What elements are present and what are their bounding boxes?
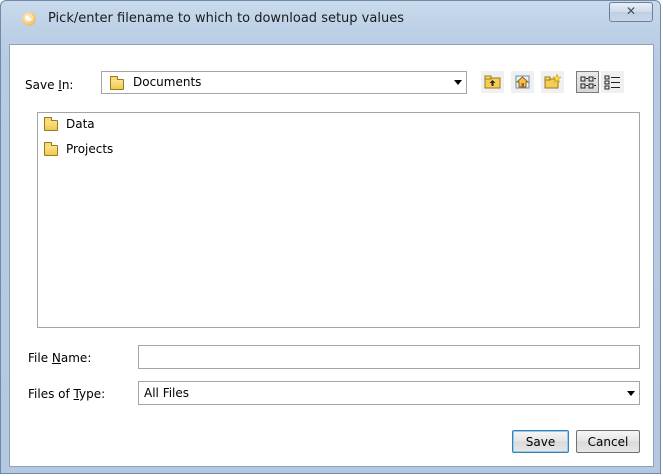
- title-bar[interactable]: ☯ Pick/enter filename to which to downlo…: [1, 1, 660, 37]
- folder-icon: [44, 117, 58, 131]
- save-in-value: Documents: [133, 75, 202, 89]
- list-view-button[interactable]: [576, 71, 599, 93]
- cancel-button[interactable]: Cancel: [576, 430, 640, 453]
- close-button[interactable]: ✕: [609, 2, 653, 22]
- file-name-label: File Name:: [28, 351, 92, 365]
- save-in-label: Save In:: [25, 78, 74, 92]
- files-of-type-value: All Files: [144, 386, 190, 400]
- file-list[interactable]: Data Projects: [37, 112, 640, 328]
- dialog-body: Save In: Documents Data Projects File Na…: [9, 44, 654, 467]
- up-folder-icon: [484, 75, 501, 89]
- files-of-type-label: Files of Type:: [28, 387, 106, 401]
- list-view-icon: [580, 76, 596, 89]
- home-button[interactable]: [511, 71, 534, 93]
- up-one-level-button[interactable]: [481, 71, 504, 93]
- save-button[interactable]: Save: [512, 430, 569, 453]
- details-view-button[interactable]: [601, 71, 624, 93]
- file-name-input[interactable]: [138, 345, 640, 369]
- details-view-icon: [604, 75, 620, 90]
- folder-icon: [110, 76, 124, 90]
- list-item-label: Projects: [66, 142, 114, 156]
- files-of-type-dropdown[interactable]: All Files: [138, 381, 640, 405]
- list-item-data[interactable]: Data: [42, 115, 242, 133]
- home-icon: [515, 75, 530, 89]
- new-folder-icon: [544, 74, 561, 89]
- folder-icon: [44, 142, 58, 156]
- window-title: Pick/enter filename to which to download…: [48, 11, 404, 26]
- close-icon: ✕: [625, 4, 637, 18]
- create-new-folder-button[interactable]: [541, 71, 564, 93]
- app-logo-icon: ☯: [22, 12, 36, 26]
- list-item-label: Data: [66, 117, 95, 131]
- list-item-projects[interactable]: Projects: [42, 140, 242, 158]
- chevron-down-icon: [627, 391, 635, 396]
- file-save-dialog: ☯ Pick/enter filename to which to downlo…: [0, 0, 661, 474]
- chevron-down-icon: [454, 80, 462, 85]
- save-in-dropdown[interactable]: Documents: [101, 71, 467, 94]
